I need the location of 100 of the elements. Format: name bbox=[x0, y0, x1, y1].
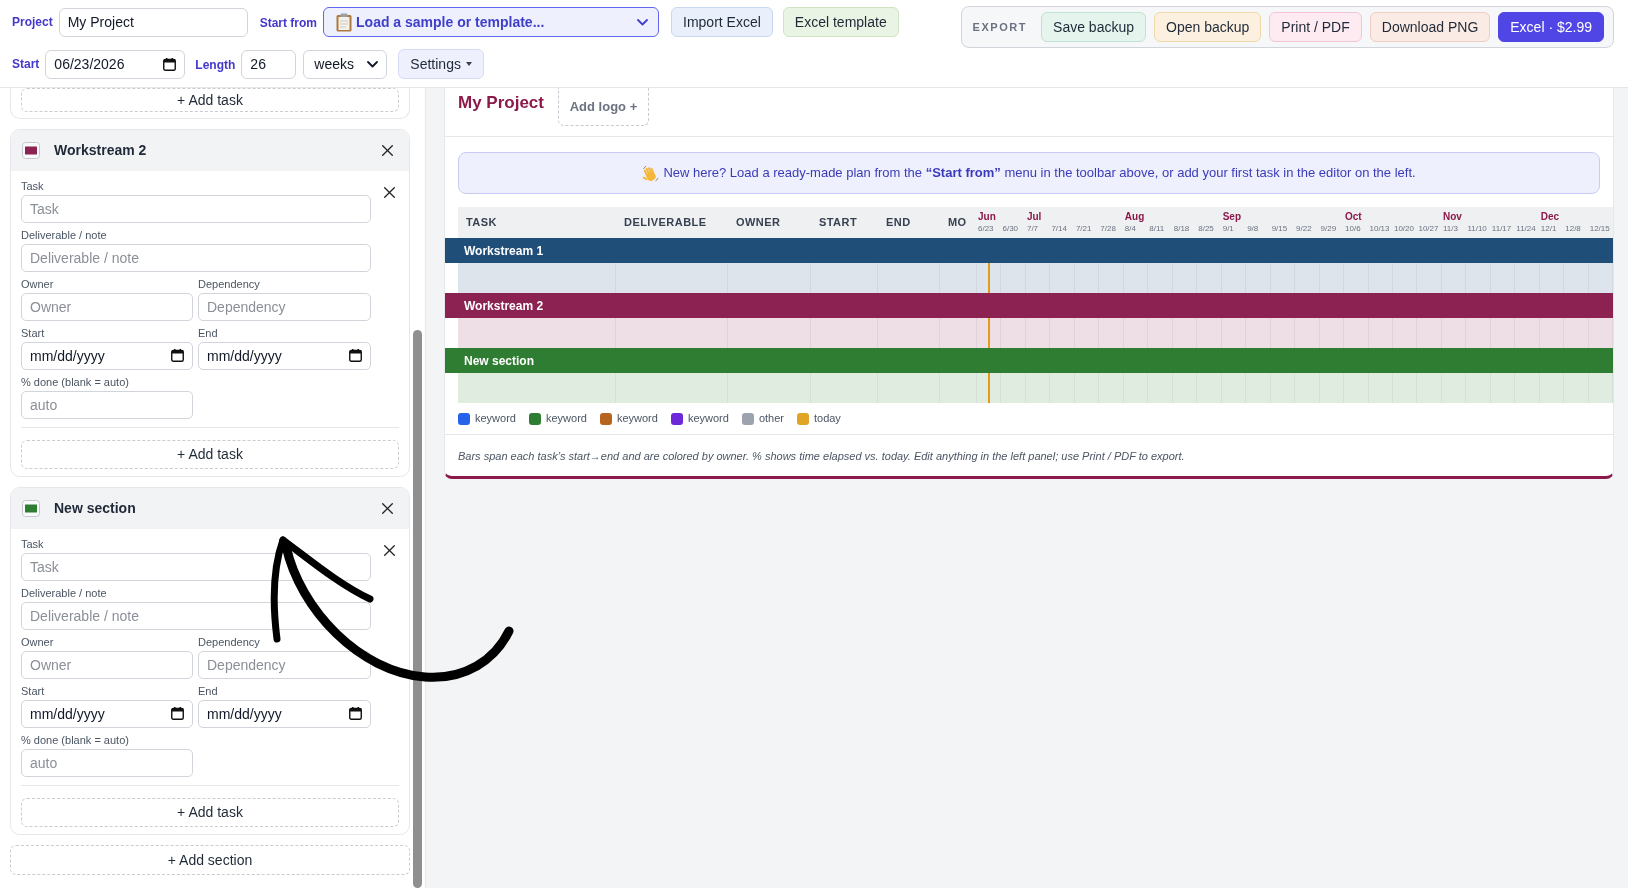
week-label: 8/25 bbox=[1198, 224, 1214, 234]
task-field[interactable]: Task bbox=[21, 553, 371, 581]
owner-field[interactable]: Owner bbox=[21, 651, 193, 679]
field-label: % done (blank = auto) bbox=[21, 734, 129, 747]
week-label: 10/27 bbox=[1418, 224, 1439, 234]
project-name-field[interactable]: My Project bbox=[58, 7, 248, 37]
calendar-icon[interactable] bbox=[171, 349, 184, 362]
field-label: Deliverable / note bbox=[21, 229, 107, 242]
remove-task-button[interactable] bbox=[383, 544, 396, 557]
month-label: Nov bbox=[1442, 211, 1462, 223]
week-label: 8/4 bbox=[1124, 224, 1136, 234]
export-button[interactable]: Download PNG bbox=[1369, 12, 1491, 42]
legend-label: keyword bbox=[475, 411, 516, 427]
export-button[interactable]: Print / PDF bbox=[1269, 12, 1362, 42]
week-label: 12/1 bbox=[1540, 224, 1557, 234]
section-header-bar: Workstream 1 bbox=[445, 238, 1613, 263]
welcome-message: New here? Load a ready-made plan from the “Start from” menu in the toolbar above, or add your first task in the editor on the left. bbox=[663, 164, 1416, 183]
legend-label: today bbox=[813, 411, 841, 427]
add-task-button[interactable]: + Add task bbox=[21, 88, 399, 112]
week-label: 10/6 bbox=[1345, 224, 1361, 234]
month-label: Sep bbox=[1222, 211, 1242, 223]
week-label: 12/8 bbox=[1565, 224, 1581, 234]
template-select[interactable]: Load a sample or template... bbox=[323, 7, 660, 37]
field-label: End bbox=[198, 685, 218, 698]
week-label: 8/11 bbox=[1149, 224, 1165, 234]
month-label: Dec bbox=[1540, 211, 1560, 223]
week-label: 11/17 bbox=[1491, 224, 1512, 234]
week-label: 7/28 bbox=[1100, 224, 1116, 234]
week-label: 6/30 bbox=[1002, 224, 1019, 234]
add-logo-button[interactable]: Add logo + bbox=[558, 88, 649, 126]
field-label: Deliverable / note bbox=[21, 587, 107, 600]
week-label: 8/18 bbox=[1173, 224, 1190, 234]
calendar-icon[interactable] bbox=[163, 57, 177, 71]
legend-label: keyword bbox=[687, 411, 729, 427]
legend-label: other bbox=[758, 411, 784, 427]
field-label: Start bbox=[12, 56, 40, 73]
close-icon bbox=[384, 187, 395, 198]
color-swatch-icon[interactable] bbox=[22, 142, 40, 159]
column-header: OWNER bbox=[736, 215, 781, 231]
week-label: 9/15 bbox=[1271, 224, 1288, 234]
calendar-icon[interactable] bbox=[349, 707, 362, 720]
section-header-bar: New section bbox=[445, 348, 1613, 373]
length-unit-select[interactable]: weeks bbox=[303, 49, 388, 79]
remove-section-button[interactable] bbox=[381, 144, 394, 157]
end-date-field[interactable]: mm/dd/yyyy bbox=[198, 342, 371, 370]
export-button[interactable]: Open backup bbox=[1154, 12, 1262, 42]
deliverable-field[interactable]: Deliverable / note bbox=[21, 244, 371, 272]
settings-button[interactable]: Settings bbox=[398, 49, 484, 79]
week-label: 7/7 bbox=[1026, 224, 1039, 234]
section-name[interactable]: New section bbox=[54, 498, 136, 519]
close-icon bbox=[382, 503, 393, 514]
week-label: 9/8 bbox=[1247, 224, 1259, 234]
export-button[interactable]: Save backup bbox=[1041, 12, 1146, 42]
field-label: Task bbox=[21, 180, 44, 193]
start-date-field[interactable]: 06/23/2026 bbox=[45, 49, 186, 79]
export-button[interactable]: Excel · $2.99 bbox=[1498, 12, 1604, 42]
start-date-field[interactable]: mm/dd/yyyy bbox=[21, 342, 193, 370]
field-label: Dependency bbox=[198, 636, 260, 649]
dependency-field[interactable]: Dependency bbox=[198, 293, 371, 321]
week-label: 11/10 bbox=[1467, 224, 1487, 234]
toolbar-button[interactable]: Excel template bbox=[782, 7, 899, 37]
field-label: Dependency bbox=[198, 278, 260, 291]
start-date-field[interactable]: mm/dd/yyyy bbox=[21, 700, 193, 728]
length-field[interactable]: 26 bbox=[241, 49, 297, 79]
week-label: 10/20 bbox=[1393, 224, 1414, 234]
add-task-button[interactable]: + Add task bbox=[21, 798, 399, 827]
percent-done-field[interactable]: auto bbox=[21, 749, 193, 777]
percent-done-field[interactable]: auto bbox=[21, 391, 193, 419]
column-header: MO bbox=[948, 215, 967, 231]
remove-section-button[interactable] bbox=[381, 502, 394, 515]
section-name[interactable]: Workstream 2 bbox=[54, 140, 147, 161]
calendar-icon[interactable] bbox=[349, 349, 362, 362]
column-header: DELIVERABLE bbox=[624, 215, 707, 231]
field-label: End bbox=[198, 327, 218, 340]
color-swatch-icon[interactable] bbox=[22, 500, 40, 517]
week-label: 7/14 bbox=[1051, 224, 1067, 234]
owner-field[interactable]: Owner bbox=[21, 293, 193, 321]
legend-label: keyword bbox=[545, 411, 587, 427]
calendar-icon[interactable] bbox=[171, 707, 184, 720]
week-label: 10/13 bbox=[1369, 224, 1390, 234]
add-section-button[interactable]: + Add section bbox=[10, 845, 410, 875]
end-date-field[interactable]: mm/dd/yyyy bbox=[198, 700, 371, 728]
dependency-field[interactable]: Dependency bbox=[198, 651, 371, 679]
chevron-down-icon bbox=[637, 18, 649, 26]
caret-down-icon bbox=[465, 62, 472, 66]
field-label: Length bbox=[195, 58, 236, 72]
toolbar-button[interactable]: Import Excel bbox=[671, 7, 773, 37]
field-label: Start from bbox=[259, 16, 318, 30]
week-label: 9/1 bbox=[1222, 224, 1234, 234]
clipboard-icon bbox=[336, 12, 353, 32]
scrollbar[interactable] bbox=[413, 330, 422, 888]
week-label: 7/21 bbox=[1075, 224, 1092, 234]
close-icon bbox=[382, 145, 393, 156]
task-field[interactable]: Task bbox=[21, 195, 371, 223]
chevron-down-icon bbox=[367, 60, 379, 68]
remove-task-button[interactable] bbox=[383, 186, 396, 199]
add-task-button[interactable]: + Add task bbox=[21, 440, 399, 469]
deliverable-field[interactable]: Deliverable / note bbox=[21, 602, 371, 630]
column-header: START bbox=[819, 215, 858, 231]
week-label: 12/15 bbox=[1589, 224, 1610, 234]
